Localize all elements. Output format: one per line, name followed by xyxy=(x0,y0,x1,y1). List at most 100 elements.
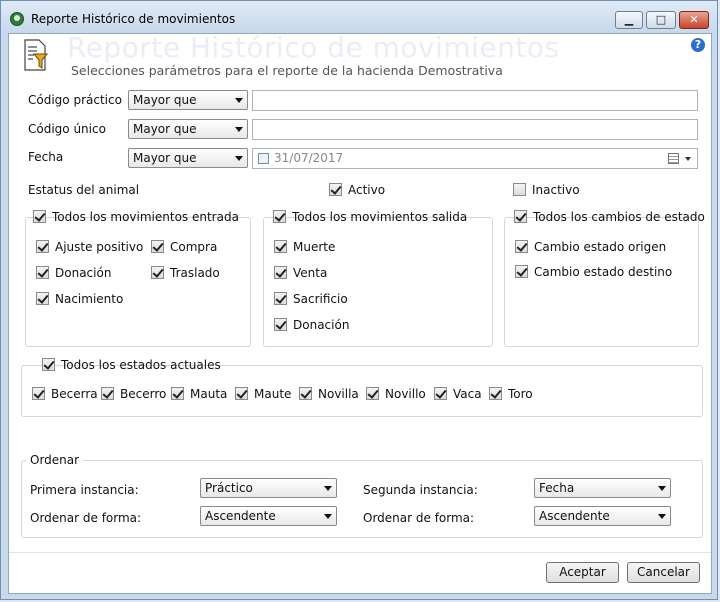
todos-cambios-label: Todos los cambios de estado xyxy=(533,210,705,224)
chevron-down-icon[interactable] xyxy=(685,157,691,161)
ordenar-forma-1-select[interactable]: Ascendente xyxy=(200,506,337,526)
codigo-practico-operator-select[interactable]: Mayor que xyxy=(128,90,248,110)
venta-label: Venta xyxy=(293,266,328,280)
codigo-unico-label: Código único xyxy=(28,122,106,136)
ordenar-forma-1-value: Ascendente xyxy=(205,509,276,523)
codigo-unico-operator-value: Mayor que xyxy=(133,122,197,136)
primera-instancia-value: Práctico xyxy=(205,481,253,495)
novillo-label: Novillo xyxy=(385,387,426,401)
toro-label: Toro xyxy=(508,387,533,401)
fecha-label: Fecha xyxy=(28,150,64,164)
donacion-entrada-label: Donación xyxy=(55,266,112,280)
todos-salida-label: Todos los movimientos salida xyxy=(292,210,468,224)
check-icon xyxy=(329,183,342,196)
inactivo-label: Inactivo xyxy=(532,183,580,197)
check-icon xyxy=(36,292,49,305)
codigo-unico-operator-select[interactable]: Mayor que xyxy=(128,119,248,139)
todos-entrada-checkbox[interactable]: Todos los movimientos entrada xyxy=(33,210,239,226)
help-icon[interactable]: ? xyxy=(691,38,705,52)
dialog-body: Reporte Histórico de movimientos Selecci… xyxy=(8,31,712,594)
calendar-icon[interactable] xyxy=(668,153,679,164)
minimize-button[interactable]: ▁ xyxy=(615,11,643,29)
report-title: Reporte Histórico de movimientos xyxy=(67,31,560,64)
app-icon xyxy=(10,12,24,26)
check-icon xyxy=(235,387,248,400)
fecha-enable-checkbox[interactable] xyxy=(258,153,269,164)
fecha-date-picker[interactable]: 31/07/2017 xyxy=(252,148,698,169)
muerte-label: Muerte xyxy=(293,240,336,254)
title-bar[interactable]: Reporte Histórico de movimientos ▁ □ ✕ xyxy=(1,1,717,33)
cambios-estado-group xyxy=(504,217,699,347)
cambio-destino-label: Cambio estado destino xyxy=(534,265,673,279)
todos-estados-label: Todos los estados actuales xyxy=(61,358,221,372)
nacimiento-label: Nacimiento xyxy=(55,292,124,306)
donacion-salida-label: Donación xyxy=(293,318,350,332)
report-subtitle: Selecciones parámetros para el reporte d… xyxy=(71,63,503,78)
estatus-label: Estatus del animal xyxy=(28,183,140,197)
checkbox-empty-icon xyxy=(513,183,526,196)
activo-label: Activo xyxy=(348,183,386,197)
segunda-instancia-label: Segunda instancia: xyxy=(363,483,478,497)
cambio-origen-label: Cambio estado origen xyxy=(534,240,667,254)
check-icon xyxy=(36,240,49,253)
chevron-down-icon xyxy=(235,156,243,161)
check-icon xyxy=(151,240,164,253)
ajuste-positivo-label: Ajuste positivo xyxy=(55,240,144,254)
aceptar-button[interactable]: Aceptar xyxy=(546,562,619,583)
todos-estados-checkbox[interactable]: Todos los estados actuales xyxy=(42,358,221,374)
maximize-button[interactable]: □ xyxy=(646,11,676,29)
ordenar-forma-2-select[interactable]: Ascendente xyxy=(534,506,671,526)
check-icon xyxy=(515,240,528,253)
window-title: Reporte Histórico de movimientos xyxy=(31,12,236,26)
chevron-down-icon xyxy=(235,127,243,132)
todos-salida-checkbox[interactable]: Todos los movimientos salida xyxy=(273,210,467,226)
fecha-operator-value: Mayor que xyxy=(133,151,197,165)
check-icon xyxy=(101,387,114,400)
todos-cambios-checkbox[interactable]: Todos los cambios de estado xyxy=(514,210,705,226)
primera-instancia-label: Primera instancia: xyxy=(30,483,139,497)
check-icon xyxy=(515,265,528,278)
becerra-label: Becerra xyxy=(51,387,98,401)
check-icon xyxy=(274,240,287,253)
vaca-label: Vaca xyxy=(453,387,482,401)
close-button[interactable]: ✕ xyxy=(679,11,709,29)
report-header: Reporte Histórico de movimientos Selecci… xyxy=(9,31,711,80)
todos-entrada-label: Todos los movimientos entrada xyxy=(52,210,239,224)
check-icon xyxy=(42,358,55,371)
chevron-down-icon xyxy=(235,98,243,103)
check-icon xyxy=(514,210,527,223)
movimientos-entrada-group xyxy=(25,217,251,347)
compra-label: Compra xyxy=(170,240,218,254)
check-icon xyxy=(32,387,45,400)
segunda-instancia-select[interactable]: Fecha xyxy=(534,478,671,498)
codigo-practico-label: Código práctico xyxy=(28,93,122,107)
chevron-down-icon xyxy=(324,486,332,491)
check-icon xyxy=(489,387,502,400)
codigo-unico-input[interactable] xyxy=(252,119,698,140)
check-icon xyxy=(36,266,49,279)
check-icon xyxy=(151,266,164,279)
becerro-label: Becerro xyxy=(120,387,167,401)
codigo-practico-input[interactable] xyxy=(252,90,698,111)
chevron-down-icon xyxy=(658,486,666,491)
chevron-down-icon xyxy=(324,514,332,519)
segunda-instancia-value: Fecha xyxy=(539,481,575,495)
maute-label: Maute xyxy=(254,387,292,401)
ordenar-forma-1-label: Ordenar de forma: xyxy=(30,511,142,525)
report-filter-icon xyxy=(24,39,48,71)
fecha-operator-select[interactable]: Mayor que xyxy=(128,148,248,168)
check-icon xyxy=(274,292,287,305)
codigo-practico-operator-value: Mayor que xyxy=(133,93,197,107)
ordenar-forma-2-value: Ascendente xyxy=(539,509,610,523)
cancelar-button[interactable]: Cancelar xyxy=(627,562,700,583)
footer-separator xyxy=(9,552,711,553)
primera-instancia-select[interactable]: Práctico xyxy=(200,478,337,498)
check-icon xyxy=(366,387,379,400)
traslado-label: Traslado xyxy=(170,266,220,280)
novilla-label: Novilla xyxy=(318,387,359,401)
chevron-down-icon xyxy=(658,514,666,519)
ordenar-forma-2-label: Ordenar de forma: xyxy=(363,511,475,525)
fecha-value: 31/07/2017 xyxy=(274,151,344,165)
check-icon xyxy=(434,387,447,400)
check-icon xyxy=(274,318,287,331)
